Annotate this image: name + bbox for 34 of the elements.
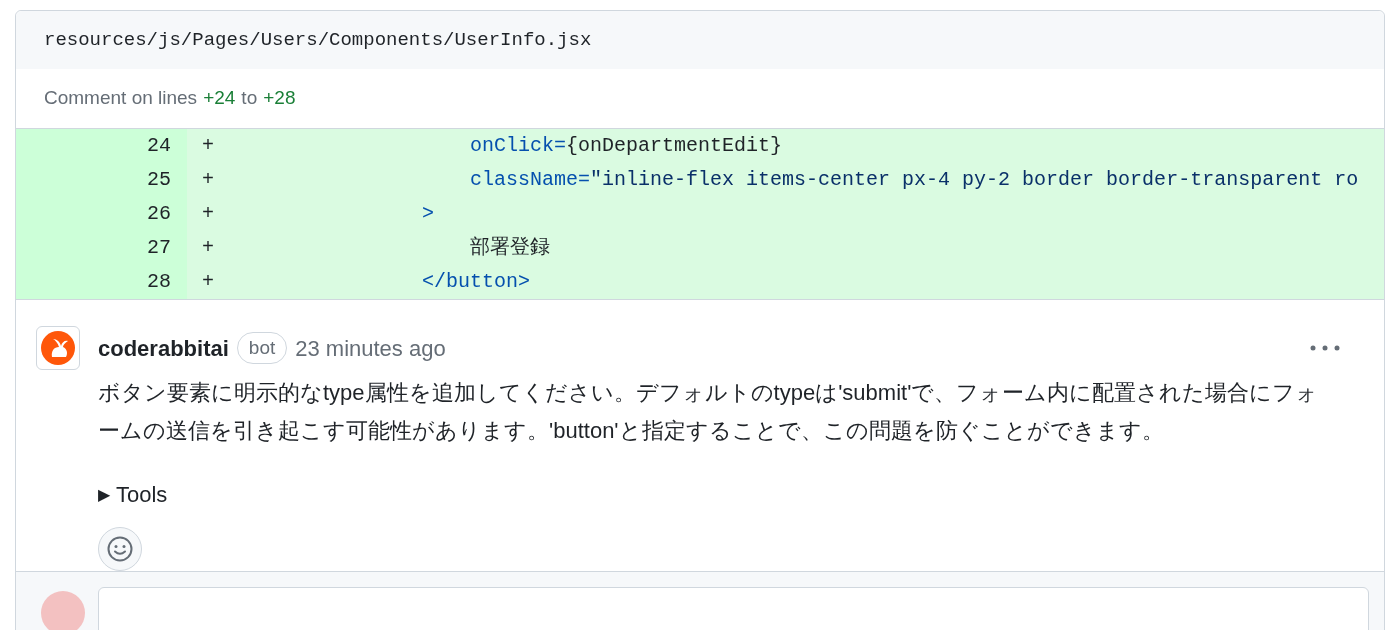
file-path[interactable]: resources/js/Pages/Users/Components/UserInfo.jsx bbox=[44, 25, 592, 55]
comment-range-label: Comment on lines bbox=[44, 86, 198, 111]
author-name[interactable]: coderabbitai bbox=[98, 331, 229, 365]
code-token: 部署登録 bbox=[470, 235, 550, 261]
line-number[interactable]: 27 bbox=[16, 231, 187, 265]
expand-triangle-icon[interactable]: ▶ bbox=[98, 482, 110, 507]
code-token: {onDepartmentEdit} bbox=[566, 133, 783, 159]
code-token: onClick= bbox=[470, 133, 566, 159]
line-number-end: +28 bbox=[263, 86, 296, 111]
more-options-icon[interactable] bbox=[1310, 345, 1340, 351]
reply-input-field[interactable] bbox=[98, 587, 1369, 630]
smiley-icon bbox=[107, 536, 133, 562]
line-number[interactable]: 28 bbox=[16, 265, 187, 299]
diff-sign: + bbox=[202, 167, 215, 193]
code-token: "inline-flex items-center px-4 py-2 border border-transparent ro bbox=[590, 167, 1359, 193]
diff-sign: + bbox=[202, 235, 215, 261]
bot-avatar[interactable] bbox=[36, 326, 80, 370]
diff-sign: + bbox=[202, 133, 215, 159]
line-number-start: +24 bbox=[203, 86, 236, 111]
rabbit-icon bbox=[41, 331, 75, 365]
diff-sign: + bbox=[202, 201, 215, 227]
tools-toggle[interactable]: Tools bbox=[116, 478, 168, 511]
add-reaction-button[interactable] bbox=[98, 527, 142, 571]
line-number[interactable]: 24 bbox=[16, 129, 187, 163]
code-token: > bbox=[422, 201, 434, 227]
code-token: className= bbox=[470, 167, 591, 193]
comment-body: ボタン要素に明示的なtype属性を追加してください。デフォルトのtypeは'submit'で、フォーム内に配置された場合にフォームの送信を引き起こす可能性があります。'button'と指定することで、この問題を防ぐことができます。 bbox=[98, 379, 1320, 445]
diff-sign: + bbox=[202, 269, 215, 295]
comment-range-label: to bbox=[241, 86, 258, 111]
comment-timestamp[interactable]: 23 minutes ago bbox=[295, 331, 446, 365]
user-avatar bbox=[41, 591, 85, 630]
code-token: </button> bbox=[422, 269, 531, 295]
line-number[interactable]: 26 bbox=[16, 197, 187, 231]
line-number[interactable]: 25 bbox=[16, 163, 187, 197]
